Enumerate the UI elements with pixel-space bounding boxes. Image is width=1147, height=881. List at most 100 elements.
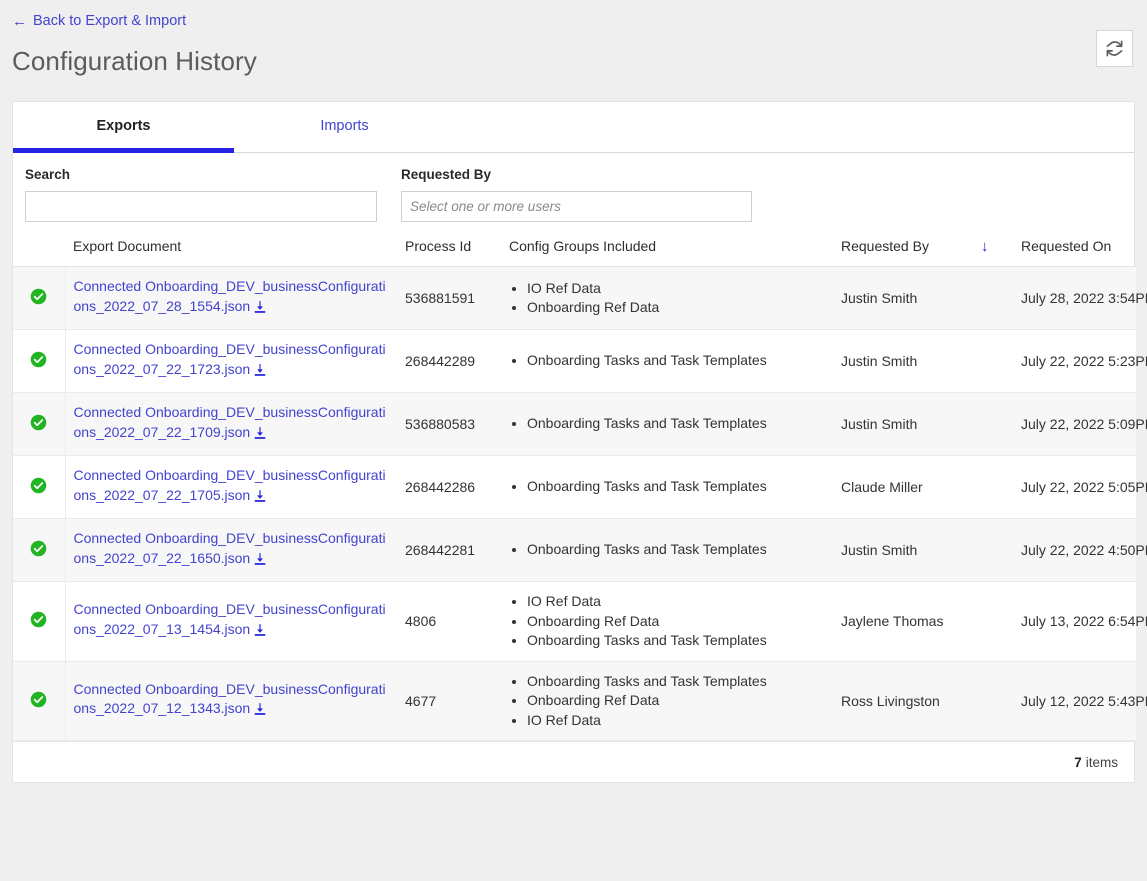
row-status-cell — [13, 455, 66, 519]
row-requested-on-cell: July 28, 2022 3:54PM — [1013, 266, 1147, 330]
row-spacer-cell — [973, 392, 1013, 456]
download-icon[interactable] — [253, 300, 267, 320]
search-label: Search — [25, 167, 71, 182]
column-header-export-document[interactable]: Export Document — [65, 232, 397, 267]
row-requested-on-cell: July 13, 2022 6:54PM — [1013, 581, 1147, 662]
success-check-icon — [30, 691, 47, 711]
row-config-groups-cell: Onboarding Tasks and Task Templates — [501, 518, 833, 582]
item-count-label: items — [1085, 754, 1118, 770]
row-config-groups-cell: Onboarding Tasks and Task Templates — [501, 329, 833, 393]
export-document-link[interactable]: Connected Onboarding_DEV_businessConfigu… — [74, 278, 386, 314]
page-header: ← Back to Export & Import Configuration … — [0, 0, 1147, 77]
row-document-cell: Connected Onboarding_DEV_businessConfigu… — [65, 266, 397, 330]
row-process-id-cell: 268442289 — [397, 329, 501, 393]
export-document-link[interactable]: Connected Onboarding_DEV_businessConfigu… — [74, 601, 386, 637]
table-row: Connected Onboarding_DEV_businessConfigu… — [13, 661, 1147, 741]
filter-bar: Search Requested By — [13, 153, 1134, 232]
export-document-link[interactable]: Connected Onboarding_DEV_businessConfigu… — [74, 467, 386, 503]
refresh-button[interactable] — [1096, 30, 1133, 67]
column-header-process-id[interactable]: Process Id — [397, 232, 501, 267]
configuration-history-card: Exports Imports Search Requested By Expo… — [12, 101, 1147, 783]
table-row: Connected Onboarding_DEV_businessConfigu… — [13, 518, 1147, 582]
success-check-icon — [30, 414, 47, 434]
config-group-item: IO Ref Data — [527, 592, 825, 612]
table-body: Connected Onboarding_DEV_businessConfigu… — [13, 266, 1147, 741]
row-spacer-cell — [973, 581, 1013, 662]
column-header-config-groups[interactable]: Config Groups Included — [501, 232, 833, 267]
row-config-groups-cell: Onboarding Tasks and Task Templates — [501, 455, 833, 519]
row-spacer-cell — [973, 455, 1013, 519]
row-requested-on-cell: July 22, 2022 5:09PM — [1013, 392, 1147, 456]
requested-by-label: Requested By — [401, 167, 492, 182]
row-requested-by-cell: Justin Smith — [833, 329, 973, 393]
search-field-group: Search — [25, 167, 377, 222]
row-process-id-cell: 268442281 — [397, 518, 501, 582]
row-requested-on-cell: July 22, 2022 4:50PM — [1013, 518, 1147, 582]
config-group-item: Onboarding Ref Data — [527, 298, 825, 318]
row-document-cell: Connected Onboarding_DEV_businessConfigu… — [65, 455, 397, 519]
column-header-requested-on[interactable]: Requested On — [1013, 232, 1136, 267]
row-process-id-cell: 268442286 — [397, 455, 501, 519]
row-config-groups-cell: Onboarding Tasks and Task Templates — [501, 392, 833, 456]
row-spacer-cell — [973, 661, 1013, 741]
requested-by-input[interactable] — [401, 191, 752, 222]
config-groups-list: Onboarding Tasks and Task Templates — [509, 351, 825, 371]
success-check-icon — [30, 477, 47, 497]
requested-by-field-group: Requested By — [401, 167, 752, 222]
row-spacer-cell — [973, 329, 1013, 393]
sort-arrow-glyph: ↓ — [981, 238, 989, 255]
table-footer: 7 items — [13, 741, 1134, 782]
download-icon[interactable] — [253, 623, 267, 643]
config-group-item: Onboarding Tasks and Task Templates — [527, 672, 825, 692]
row-status-cell — [13, 661, 66, 741]
success-check-icon — [30, 611, 47, 631]
row-process-id-cell: 4677 — [397, 661, 501, 741]
export-document-link[interactable]: Connected Onboarding_DEV_businessConfigu… — [74, 681, 386, 717]
back-link-label: Back to Export & Import — [33, 13, 187, 29]
config-groups-list: IO Ref DataOnboarding Ref Data — [509, 279, 825, 318]
tab-exports[interactable]: Exports — [13, 102, 234, 153]
config-group-item: Onboarding Tasks and Task Templates — [527, 477, 825, 497]
table-header: Export Document Process Id Config Groups… — [13, 232, 1136, 267]
row-requested-by-cell: Ross Livingston — [833, 661, 973, 741]
page-title: Configuration History — [12, 45, 257, 76]
success-check-icon — [30, 351, 47, 371]
search-input[interactable] — [25, 191, 377, 222]
row-config-groups-cell: IO Ref DataOnboarding Ref DataOnboarding… — [501, 581, 833, 662]
config-groups-list: IO Ref DataOnboarding Ref DataOnboarding… — [509, 592, 825, 651]
row-requested-by-cell: Justin Smith — [833, 392, 973, 456]
row-status-cell — [13, 329, 66, 393]
config-group-item: Onboarding Tasks and Task Templates — [527, 414, 825, 434]
row-requested-on-cell: July 22, 2022 5:23PM — [1013, 329, 1147, 393]
refresh-icon — [1105, 39, 1124, 58]
row-document-cell: Connected Onboarding_DEV_businessConfigu… — [65, 661, 397, 741]
download-icon[interactable] — [253, 426, 267, 446]
export-document-link[interactable]: Connected Onboarding_DEV_businessConfigu… — [74, 404, 386, 440]
download-icon[interactable] — [253, 702, 267, 722]
download-icon[interactable] — [253, 489, 267, 509]
config-group-item: IO Ref Data — [527, 279, 825, 299]
sort-descending-icon[interactable]: ↓ — [973, 232, 1013, 267]
config-group-item: IO Ref Data — [527, 711, 825, 731]
back-to-export-import-link[interactable]: ← Back to Export & Import — [12, 12, 186, 30]
column-header-requested-by[interactable]: Requested By — [833, 232, 973, 267]
success-check-icon — [30, 540, 47, 560]
download-icon[interactable] — [253, 552, 267, 572]
export-document-link[interactable]: Connected Onboarding_DEV_businessConfigu… — [74, 341, 386, 377]
success-check-icon — [30, 288, 47, 308]
row-spacer-cell — [973, 266, 1013, 330]
row-document-cell: Connected Onboarding_DEV_businessConfigu… — [65, 581, 397, 662]
row-requested-by-cell: Claude Miller — [833, 455, 973, 519]
table-row: Connected Onboarding_DEV_businessConfigu… — [13, 392, 1147, 456]
table-row: Connected Onboarding_DEV_businessConfigu… — [13, 329, 1147, 393]
config-groups-list: Onboarding Tasks and Task Templates — [509, 414, 825, 434]
config-group-item: Onboarding Tasks and Task Templates — [527, 351, 825, 371]
tab-imports[interactable]: Imports — [234, 102, 455, 152]
configuration-history-table: Export Document Process Id Config Groups… — [13, 232, 1147, 741]
tab-bar: Exports Imports — [13, 102, 1134, 153]
export-document-link[interactable]: Connected Onboarding_DEV_businessConfigu… — [74, 530, 386, 566]
config-group-item: Onboarding Tasks and Task Templates — [527, 540, 825, 560]
row-process-id-cell: 4806 — [397, 581, 501, 662]
download-icon[interactable] — [253, 363, 267, 383]
row-requested-on-cell: July 12, 2022 5:43PM — [1013, 661, 1147, 741]
